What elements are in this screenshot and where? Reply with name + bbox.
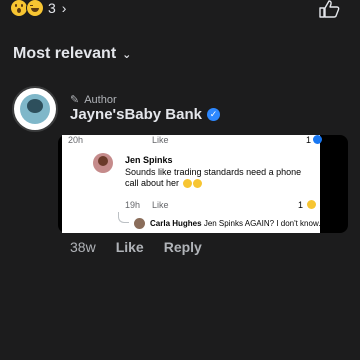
pencil-icon: ✎ bbox=[70, 94, 80, 106]
laugh-emoji-icon bbox=[182, 179, 192, 189]
sort-label: Most relevant bbox=[13, 45, 117, 62]
chevron-down-icon: ⌄ bbox=[122, 48, 132, 61]
avatar bbox=[93, 153, 113, 173]
embedded-reply-text: Jen Spinks AGAIN? I don't know... bbox=[203, 219, 320, 228]
laugh-emoji-icon bbox=[192, 179, 202, 189]
commenter-name[interactable]: Jayne'sBaby Bank ✓ bbox=[70, 106, 220, 123]
embedded-comment-text: Sounds like trading standards need a pho… bbox=[125, 167, 305, 189]
laugh-reaction-icon bbox=[307, 200, 316, 209]
reply-button[interactable]: Reply bbox=[164, 239, 202, 255]
embedded-comment-time: 19h bbox=[125, 200, 141, 210]
author-badge: ✎ Author bbox=[70, 93, 117, 107]
embedded-top-meta: 20h bbox=[68, 135, 83, 145]
avatar-logo-figure bbox=[27, 99, 43, 113]
embedded-commenter-name: Jen Spinks bbox=[125, 155, 173, 165]
embedded-comment-like: Like bbox=[152, 200, 169, 210]
like-button[interactable]: Like bbox=[116, 239, 144, 255]
embedded-top-time: 20h bbox=[68, 135, 84, 145]
avatar[interactable] bbox=[12, 86, 58, 132]
avatar bbox=[134, 218, 145, 229]
embedded-comment-count: 1 bbox=[298, 200, 304, 210]
embedded-top-like: Like bbox=[152, 135, 169, 145]
sort-dropdown[interactable]: Most relevant ⌄ bbox=[13, 45, 131, 63]
commenter-name-text: Jayne'sBaby Bank bbox=[70, 106, 202, 123]
verified-icon: ✓ bbox=[206, 108, 220, 121]
like-reaction-icon bbox=[313, 135, 322, 144]
chevron-right-icon: › bbox=[61, 0, 67, 16]
like-thumb-icon[interactable] bbox=[318, 0, 340, 18]
comment-age: 38w bbox=[70, 239, 96, 255]
reaction-count: 3 bbox=[48, 0, 56, 16]
embedded-comment-body: Sounds like trading standards need a pho… bbox=[125, 167, 302, 188]
embedded-top-count: 1 bbox=[306, 135, 312, 145]
comment-actions: 38w Like Reply bbox=[70, 239, 202, 255]
reply-thread-line bbox=[118, 212, 129, 223]
embedded-reply-name: Carla Hughes bbox=[150, 219, 202, 228]
reaction-summary[interactable]: 3 › bbox=[10, 0, 67, 17]
embedded-reply: Carla Hughes Jen Spinks AGAIN? I don't k… bbox=[150, 219, 320, 228]
author-tag-label: Author bbox=[84, 93, 117, 106]
laugh-emoji-icon bbox=[26, 0, 44, 17]
